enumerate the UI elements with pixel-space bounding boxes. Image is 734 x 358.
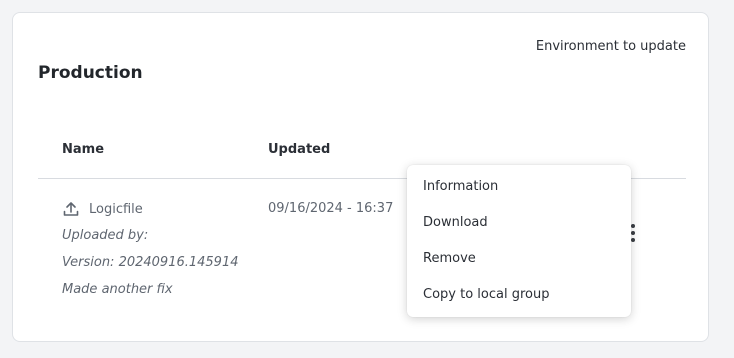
table-row: Logicfile Uploaded by: Version: 20240916… [62,199,239,300]
menu-item-remove[interactable]: Remove [407,241,631,277]
kebab-dot [631,231,635,235]
file-name: Logicfile [89,201,143,217]
menu-item-copy-to-local-group[interactable]: Copy to local group [407,277,631,313]
upload-icon [62,200,80,218]
menu-item-information[interactable]: Information [407,169,631,205]
note-text: Made another fix [62,282,173,297]
environment-to-update-label: Environment to update [535,39,686,54]
version-text: Version: 20240916.145914 [62,255,239,270]
kebab-dot [631,224,635,228]
column-header-name: Name [62,142,105,157]
uploaded-by-text: Uploaded by: [62,228,149,243]
context-menu: Information Download Remove Copy to loca… [407,165,631,317]
kebab-dot [631,238,635,242]
section-title: Production [38,63,143,83]
file-name-line: Logicfile [62,199,239,219]
updated-timestamp: 09/16/2024 - 16:37 [268,201,394,216]
menu-item-download[interactable]: Download [407,205,631,241]
column-header-updated: Updated [268,142,331,157]
